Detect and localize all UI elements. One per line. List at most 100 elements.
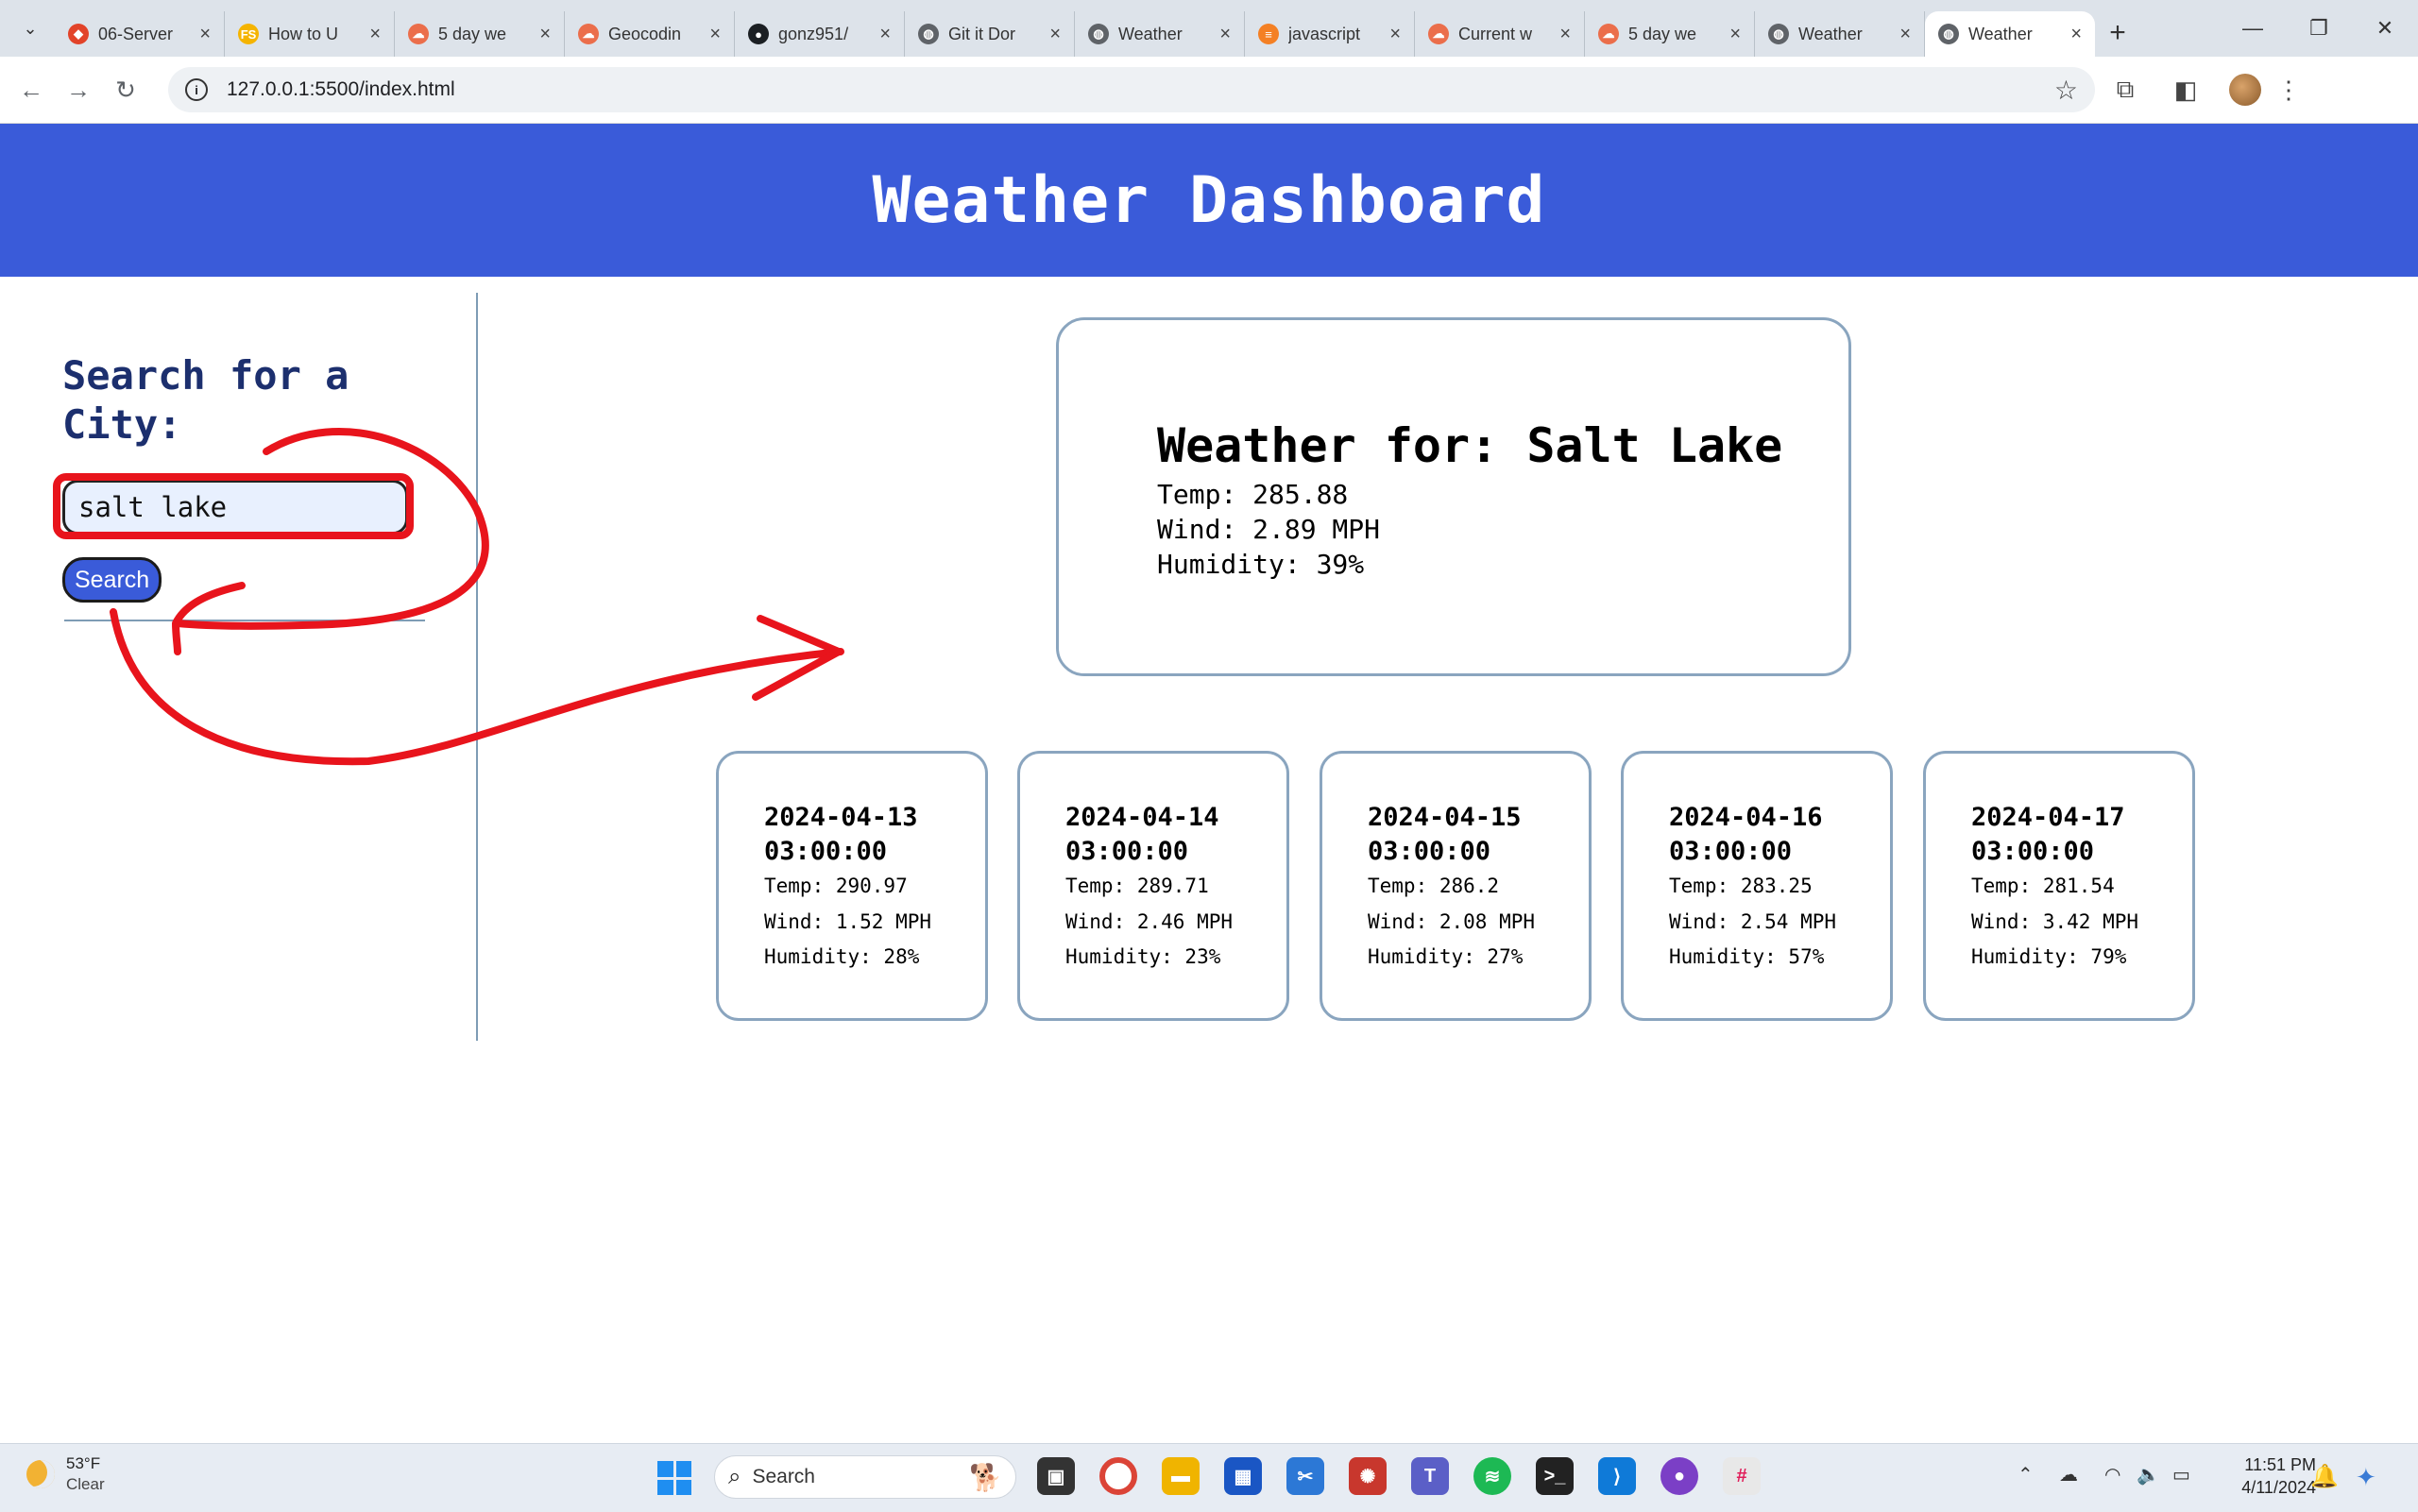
tab-close-icon[interactable]: × bbox=[369, 24, 381, 45]
tab-close-icon[interactable]: × bbox=[1219, 24, 1231, 45]
globe-icon: ◍ bbox=[918, 24, 939, 44]
snip-tool-icon[interactable]: ✂ bbox=[1286, 1457, 1324, 1495]
bookmark-star-icon[interactable]: ☆ bbox=[2054, 75, 2078, 106]
onedrive-icon[interactable]: ☁ bbox=[2059, 1463, 2078, 1487]
browser-tab[interactable]: ☁ 5 day we × bbox=[395, 11, 565, 57]
tab-close-icon[interactable]: × bbox=[199, 24, 211, 45]
browser-tab[interactable]: ≡ javascript × bbox=[1245, 11, 1415, 57]
forecast-card: 2024-04-14 03:00:00 Temp: 289.71 Wind: 2… bbox=[1017, 751, 1289, 1021]
browser-tab[interactable]: ◍ Weather × bbox=[1075, 11, 1245, 57]
tab-close-icon[interactable]: × bbox=[1389, 24, 1401, 45]
forecast-temp: Temp: 281.54 bbox=[1971, 875, 2115, 897]
openweather-icon: ☁ bbox=[1598, 24, 1619, 44]
openweather-icon: ☁ bbox=[578, 24, 599, 44]
restore-icon[interactable]: ❐ bbox=[2286, 0, 2352, 57]
tab-title: Geocodin bbox=[608, 24, 682, 43]
notification-bell-icon[interactable]: 🔔 bbox=[2310, 1463, 2339, 1490]
minimize-icon[interactable]: — bbox=[2220, 0, 2286, 57]
url-text: 127.0.0.1:5500/index.html bbox=[227, 78, 455, 100]
copilot-icon[interactable]: ✦ bbox=[2356, 1463, 2376, 1492]
tray-chevron-up-icon[interactable]: ⌃ bbox=[2018, 1463, 2034, 1487]
tab-close-icon[interactable]: × bbox=[879, 24, 891, 45]
forecast-humidity: Humidity: 23% bbox=[1065, 945, 1221, 968]
tab-close-icon[interactable]: × bbox=[2070, 24, 2082, 45]
forecast-temp: Temp: 283.25 bbox=[1669, 875, 1813, 897]
close-window-icon[interactable]: ✕ bbox=[2352, 0, 2418, 57]
forward-arrow-icon[interactable]: → bbox=[55, 76, 102, 105]
tab-search-chevron-icon[interactable]: ⌄ bbox=[13, 11, 47, 45]
page-header: Weather Dashboard bbox=[0, 124, 2418, 277]
forecast-wind: Wind: 1.52 MPH bbox=[764, 910, 932, 933]
github-desktop-icon[interactable]: ● bbox=[1660, 1457, 1698, 1495]
moon-icon bbox=[26, 1460, 55, 1488]
wifi-icon[interactable]: ◠ bbox=[2104, 1463, 2120, 1487]
taskbar-weather-widget[interactable]: 53°F Clear bbox=[26, 1453, 105, 1495]
forecast-humidity: Humidity: 27% bbox=[1368, 945, 1524, 968]
browser-tab[interactable]: ◍ Weather × bbox=[1925, 11, 2095, 57]
system-clock[interactable]: 11:51 PM 4/11/2024 bbox=[2220, 1453, 2316, 1499]
search-heading: Search for a City: bbox=[62, 352, 349, 448]
profile-avatar[interactable] bbox=[2229, 74, 2261, 106]
tab-close-icon[interactable]: × bbox=[709, 24, 721, 45]
forecast-card: 2024-04-17 03:00:00 Temp: 281.54 Wind: 3… bbox=[1923, 751, 2195, 1021]
tab-close-icon[interactable]: × bbox=[1559, 24, 1571, 45]
battery-icon[interactable]: ▭ bbox=[2172, 1463, 2190, 1487]
gitlab-icon: ◆ bbox=[68, 24, 89, 44]
browser-tab[interactable]: ☁ Geocodin × bbox=[565, 11, 735, 57]
tab-close-icon[interactable]: × bbox=[1729, 24, 1741, 45]
forecast-date: 2024-04-13 03:00:00 bbox=[764, 803, 918, 866]
browser-toolbar: ← → ↻ i 127.0.0.1:5500/index.html ☆ ⧉ ◧ … bbox=[0, 57, 2418, 124]
tab-close-icon[interactable]: × bbox=[539, 24, 551, 45]
window-controls: — ❐ ✕ bbox=[2220, 0, 2418, 57]
browser-tab-strip: ⌄ ◆ 06-Server × FS How to U × ☁ 5 day we × ☁ Geoco… bbox=[0, 0, 2418, 57]
site-info-icon[interactable]: i bbox=[185, 78, 208, 101]
search-icon: ⌕ bbox=[728, 1464, 741, 1489]
search-button[interactable]: Search bbox=[62, 557, 162, 603]
globe-icon: ◍ bbox=[1938, 24, 1959, 44]
slack-icon[interactable]: # bbox=[1723, 1457, 1761, 1495]
forecast-date: 2024-04-15 03:00:00 bbox=[1368, 803, 1522, 866]
back-arrow-icon[interactable]: ← bbox=[8, 76, 55, 105]
city-search-input[interactable] bbox=[62, 480, 408, 535]
file-explorer-icon[interactable]: ▬ bbox=[1162, 1457, 1200, 1495]
current-weather-card: Weather for: Salt Lake Temp: 285.88 Wind… bbox=[1056, 317, 1851, 676]
terminal-icon[interactable]: >_ bbox=[1536, 1457, 1574, 1495]
forecast-humidity: Humidity: 79% bbox=[1971, 945, 2127, 968]
volume-icon[interactable]: 🔈 bbox=[2137, 1463, 2160, 1487]
browser-tab[interactable]: FS How to U × bbox=[225, 11, 395, 57]
forecast-wind: Wind: 2.46 MPH bbox=[1065, 910, 1234, 933]
reload-icon[interactable]: ↻ bbox=[102, 76, 149, 105]
tab-title: Weather bbox=[1118, 24, 1183, 43]
task-view-icon[interactable]: ▣ bbox=[1037, 1457, 1075, 1495]
side-panel-icon[interactable]: ◧ bbox=[2155, 76, 2216, 105]
tab-title: 06-Server bbox=[98, 24, 174, 43]
spotify-icon[interactable]: ≋ bbox=[1473, 1457, 1511, 1495]
browser-tab[interactable]: ◍ Weather × bbox=[1755, 11, 1925, 57]
tab-title: Weather bbox=[1798, 24, 1863, 43]
windows-start-icon[interactable] bbox=[657, 1461, 691, 1495]
tab-close-icon[interactable]: × bbox=[1049, 24, 1061, 45]
browser-tab[interactable]: ◍ Git it Dor × bbox=[905, 11, 1075, 57]
microsoft-store-icon[interactable]: ▦ bbox=[1224, 1457, 1262, 1495]
tab-close-icon[interactable]: × bbox=[1899, 24, 1911, 45]
forecast-card: 2024-04-13 03:00:00 Temp: 290.97 Wind: 1… bbox=[716, 751, 988, 1021]
browser-tab[interactable]: ☁ Current w × bbox=[1415, 11, 1585, 57]
browser-tab[interactable]: ● gonz951/ × bbox=[735, 11, 905, 57]
browser-menu-kebab-icon[interactable]: ⋮ bbox=[2274, 76, 2303, 105]
vscode-icon[interactable]: ⟩ bbox=[1598, 1457, 1636, 1495]
tab-list: ◆ 06-Server × FS How to U × ☁ 5 day we × ☁ Geocodi… bbox=[55, 11, 2095, 57]
address-bar[interactable]: i 127.0.0.1:5500/index.html ☆ bbox=[168, 67, 2095, 112]
taskbar-search-label: Search bbox=[752, 1466, 815, 1487]
browser-tab[interactable]: ◆ 06-Server × bbox=[55, 11, 225, 57]
teams-icon[interactable]: T bbox=[1411, 1457, 1449, 1495]
forecast-wind: Wind: 2.08 MPH bbox=[1368, 910, 1536, 933]
globe-icon: ◍ bbox=[1088, 24, 1109, 44]
new-tab-plus-icon[interactable]: + bbox=[2095, 17, 2140, 49]
ubuntu-icon[interactable]: ✺ bbox=[1349, 1457, 1387, 1495]
extensions-puzzle-icon[interactable]: ⧉ bbox=[2095, 75, 2155, 105]
browser-tab[interactable]: ☁ 5 day we × bbox=[1585, 11, 1755, 57]
taskbar-search-box[interactable]: ⌕ Search 🐕 bbox=[714, 1455, 1016, 1499]
fs-icon: FS bbox=[238, 24, 259, 44]
clock-time: 11:51 PM bbox=[2244, 1455, 2316, 1474]
chrome-icon[interactable] bbox=[1099, 1457, 1137, 1495]
